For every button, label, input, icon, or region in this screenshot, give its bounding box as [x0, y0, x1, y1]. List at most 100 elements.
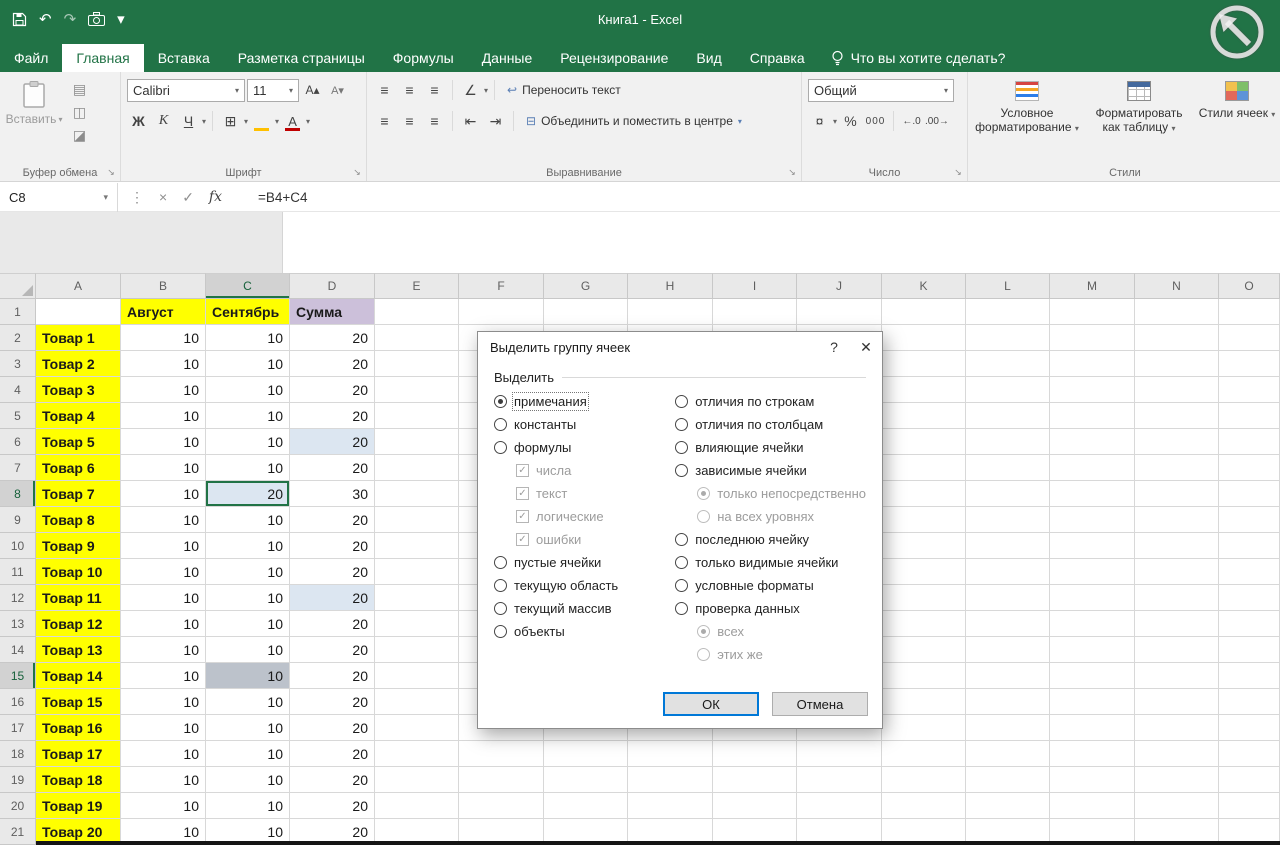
conditional-formatting-button[interactable]: Условное форматирование: [974, 77, 1080, 155]
cell-C3[interactable]: 10: [206, 351, 290, 377]
cell-N19[interactable]: [1135, 767, 1219, 793]
cell-M14[interactable]: [1050, 637, 1135, 663]
cell-C4[interactable]: 10: [206, 377, 290, 403]
font-dialog-launcher[interactable]: [351, 166, 363, 178]
cell-L15[interactable]: [966, 663, 1050, 689]
number-format-combo[interactable]: Общий: [808, 79, 954, 102]
underline-button[interactable]: Ч: [177, 110, 200, 133]
column-header-N[interactable]: N: [1135, 273, 1219, 299]
cell-I20[interactable]: [713, 793, 797, 819]
cell-D6[interactable]: 20: [290, 429, 375, 455]
cell-E17[interactable]: [375, 715, 459, 741]
cell-M1[interactable]: [1050, 299, 1135, 325]
cell-E15[interactable]: [375, 663, 459, 689]
cell-L11[interactable]: [966, 559, 1050, 585]
cell-B13[interactable]: 10: [121, 611, 206, 637]
cell-H18[interactable]: [628, 741, 713, 767]
cell-K6[interactable]: [882, 429, 966, 455]
cell-D11[interactable]: 20: [290, 559, 375, 585]
cell-B7[interactable]: 10: [121, 455, 206, 481]
cell-D9[interactable]: 20: [290, 507, 375, 533]
cell-B2[interactable]: 10: [121, 325, 206, 351]
cell-B20[interactable]: 10: [121, 793, 206, 819]
cell-K8[interactable]: [882, 481, 966, 507]
cell-I18[interactable]: [713, 741, 797, 767]
cell-J19[interactable]: [797, 767, 882, 793]
cell-A15[interactable]: Товар 14: [36, 663, 121, 689]
dialog-option-last-cell[interactable]: последнюю ячейку: [675, 528, 866, 551]
cell-M13[interactable]: [1050, 611, 1135, 637]
cell-O4[interactable]: [1219, 377, 1280, 403]
cell-E13[interactable]: [375, 611, 459, 637]
cell-C20[interactable]: 10: [206, 793, 290, 819]
dialog-option-data-validation[interactable]: проверка данных: [675, 597, 866, 620]
cell-A10[interactable]: Товар 9: [36, 533, 121, 559]
cell-M16[interactable]: [1050, 689, 1135, 715]
cell-K7[interactable]: [882, 455, 966, 481]
orientation-caret-icon[interactable]: [484, 86, 488, 95]
cancel-entry-icon[interactable]: [159, 189, 167, 205]
cell-L10[interactable]: [966, 533, 1050, 559]
cell-K14[interactable]: [882, 637, 966, 663]
cell-M6[interactable]: [1050, 429, 1135, 455]
tab-review[interactable]: Рецензирование: [546, 44, 682, 72]
cell-C15[interactable]: 10: [206, 663, 290, 689]
column-header-B[interactable]: B: [121, 273, 206, 299]
cell-M18[interactable]: [1050, 741, 1135, 767]
cell-M11[interactable]: [1050, 559, 1135, 585]
cell-M15[interactable]: [1050, 663, 1135, 689]
cell-A20[interactable]: Товар 19: [36, 793, 121, 819]
cell-D20[interactable]: 20: [290, 793, 375, 819]
cell-A3[interactable]: Товар 2: [36, 351, 121, 377]
font-color-icon[interactable]: А: [281, 110, 304, 133]
cell-D8[interactable]: 30: [290, 481, 375, 507]
radio-icon[interactable]: [675, 441, 688, 454]
cell-D19[interactable]: 20: [290, 767, 375, 793]
cell-N14[interactable]: [1135, 637, 1219, 663]
cell-L20[interactable]: [966, 793, 1050, 819]
cell-B9[interactable]: 10: [121, 507, 206, 533]
cell-K15[interactable]: [882, 663, 966, 689]
cell-J18[interactable]: [797, 741, 882, 767]
cell-C6[interactable]: 10: [206, 429, 290, 455]
cell-M2[interactable]: [1050, 325, 1135, 351]
cell-N1[interactable]: [1135, 299, 1219, 325]
column-header-A[interactable]: A: [36, 273, 121, 299]
dialog-option-constants[interactable]: константы: [494, 413, 675, 436]
cell-L5[interactable]: [966, 403, 1050, 429]
cell-K20[interactable]: [882, 793, 966, 819]
cell-C18[interactable]: 10: [206, 741, 290, 767]
cell-C1[interactable]: Сентябрь: [206, 299, 290, 325]
radio-icon[interactable]: [494, 441, 507, 454]
row-header-8[interactable]: 8: [0, 481, 36, 507]
increase-font-icon[interactable]: [301, 79, 324, 102]
name-box[interactable]: C8: [0, 183, 118, 212]
paste-button[interactable]: Вставить: [6, 77, 62, 149]
cell-D2[interactable]: 20: [290, 325, 375, 351]
dialog-option-current-array[interactable]: текущий массив: [494, 597, 675, 620]
dialog-option-dependents[interactable]: зависимые ячейки: [675, 459, 866, 482]
cell-B18[interactable]: 10: [121, 741, 206, 767]
cell-L17[interactable]: [966, 715, 1050, 741]
row-header-4[interactable]: 4: [0, 377, 36, 403]
cell-N10[interactable]: [1135, 533, 1219, 559]
cell-E19[interactable]: [375, 767, 459, 793]
cell-M3[interactable]: [1050, 351, 1135, 377]
radio-icon[interactable]: [494, 395, 507, 408]
cell-D13[interactable]: 20: [290, 611, 375, 637]
cell-B8[interactable]: 10: [121, 481, 206, 507]
column-header-O[interactable]: O: [1219, 273, 1280, 299]
dialog-option-visible-only[interactable]: только видимые ячейки: [675, 551, 866, 574]
cell-B16[interactable]: 10: [121, 689, 206, 715]
cell-D10[interactable]: 20: [290, 533, 375, 559]
tab-insert[interactable]: Вставка: [144, 44, 224, 72]
row-header-14[interactable]: 14: [0, 637, 36, 663]
cell-L1[interactable]: [966, 299, 1050, 325]
cell-D15[interactable]: 20: [290, 663, 375, 689]
column-header-J[interactable]: J: [797, 273, 882, 299]
row-header-2[interactable]: 2: [0, 325, 36, 351]
cell-F20[interactable]: [459, 793, 544, 819]
row-header-9[interactable]: 9: [0, 507, 36, 533]
cell-O14[interactable]: [1219, 637, 1280, 663]
cell-G1[interactable]: [544, 299, 628, 325]
